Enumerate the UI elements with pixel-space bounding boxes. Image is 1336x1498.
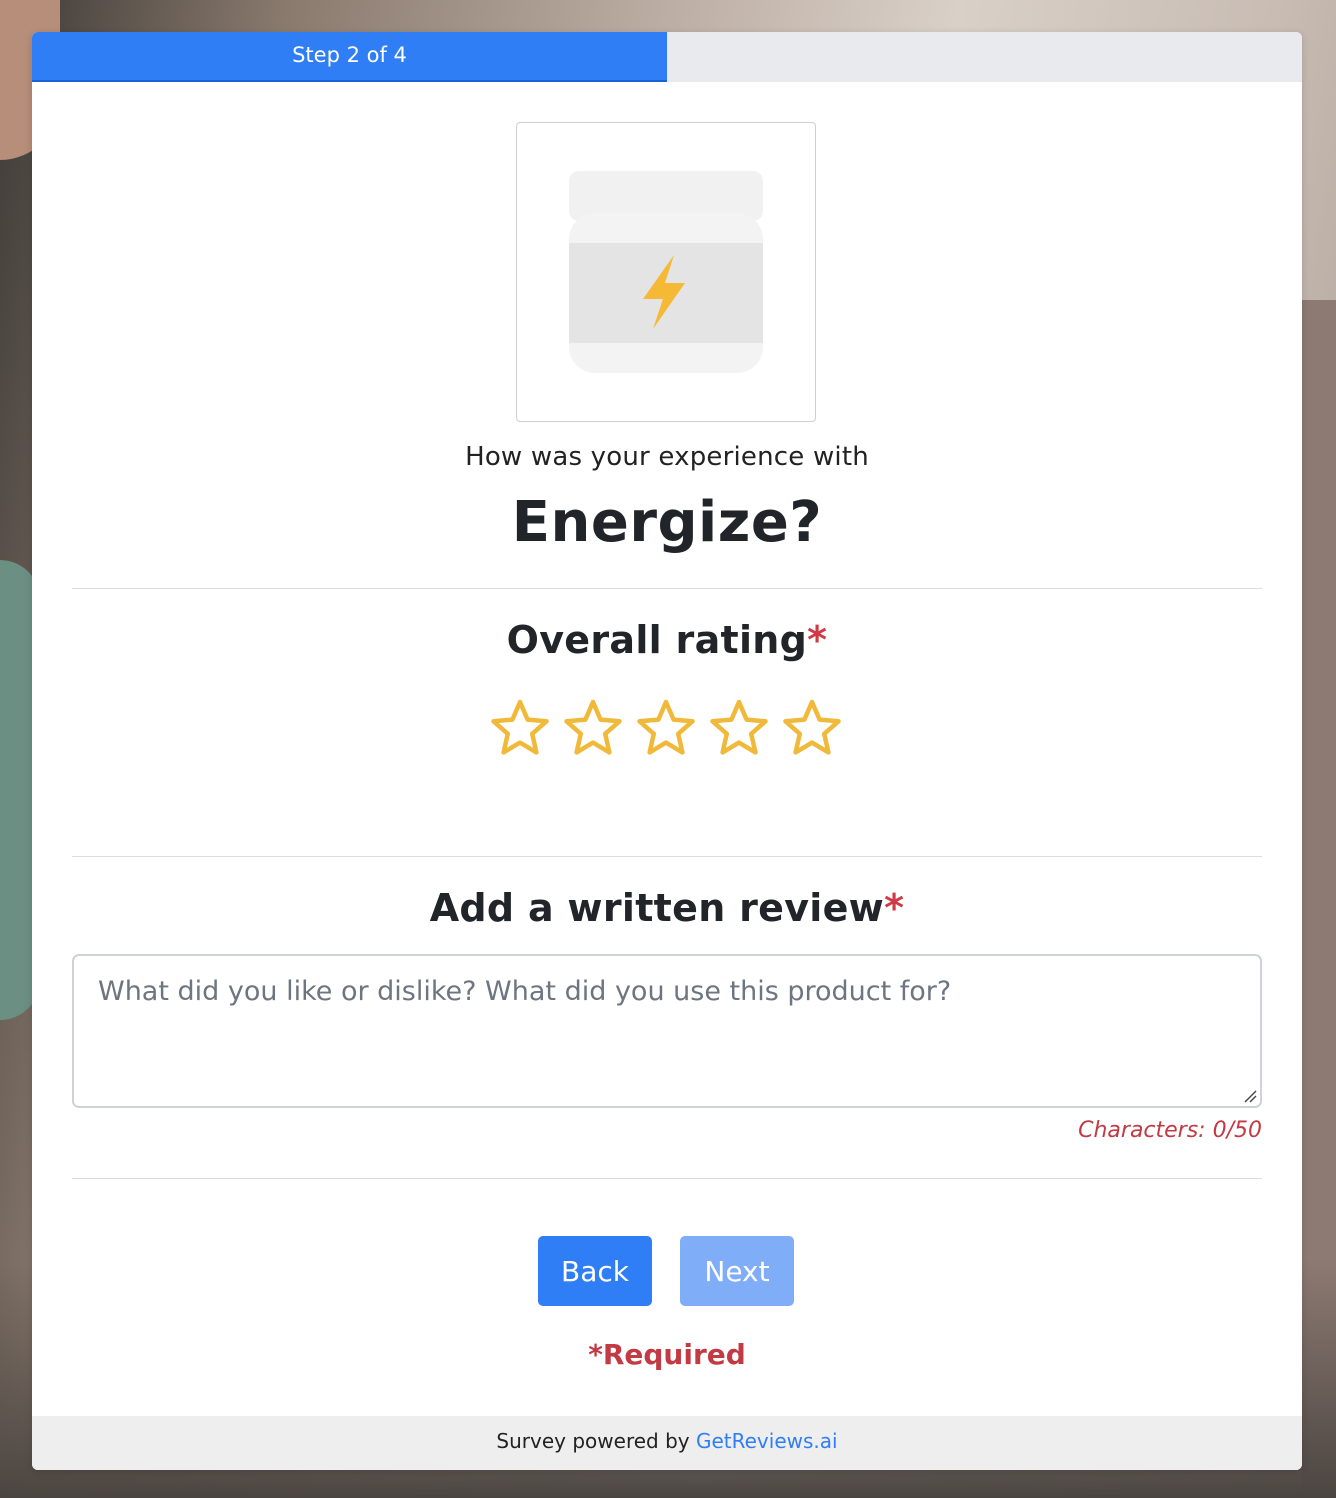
star-outline-icon[interactable] [488,696,552,760]
progress-label: Step 2 of 4 [292,43,407,67]
required-asterisk: * [807,618,828,662]
resize-handle-icon[interactable] [1243,1089,1257,1103]
required-note: *Required [588,1338,746,1371]
required-asterisk: * [884,886,905,930]
review-textarea[interactable] [76,958,1258,1104]
star-outline-icon[interactable] [561,696,625,760]
review-heading: Add a written review* [32,886,1302,930]
footer-text: Survey powered by [496,1429,696,1453]
product-name: Energize? [511,490,823,555]
star-rating [488,696,844,760]
next-button[interactable]: Next [680,1236,794,1306]
progress-bar: Step 2 of 4 [32,32,1302,82]
progress-fill: Step 2 of 4 [32,32,667,82]
review-textarea-frame [72,954,1262,1108]
footer: Survey powered by GetReviews.ai [32,1416,1302,1470]
experience-prompt: How was your experience with [465,442,869,472]
star-outline-icon[interactable] [707,696,771,760]
product-image [516,122,816,422]
section-divider [72,588,1262,589]
survey-card: Step 2 of 4 How was your experience with… [32,32,1302,1470]
character-counter: Characters: 0/50 [1078,1118,1262,1143]
getreviews-link[interactable]: GetReviews.ai [696,1429,838,1453]
back-button[interactable]: Back [538,1236,652,1306]
energy-jar-icon [569,171,763,373]
star-outline-icon[interactable] [780,696,844,760]
rating-title: Overall rating [506,618,808,662]
rating-heading: Overall rating* [32,618,1302,662]
review-title: Add a written review [429,886,885,930]
star-outline-icon[interactable] [634,696,698,760]
section-divider [72,856,1262,857]
section-divider [72,1178,1262,1179]
